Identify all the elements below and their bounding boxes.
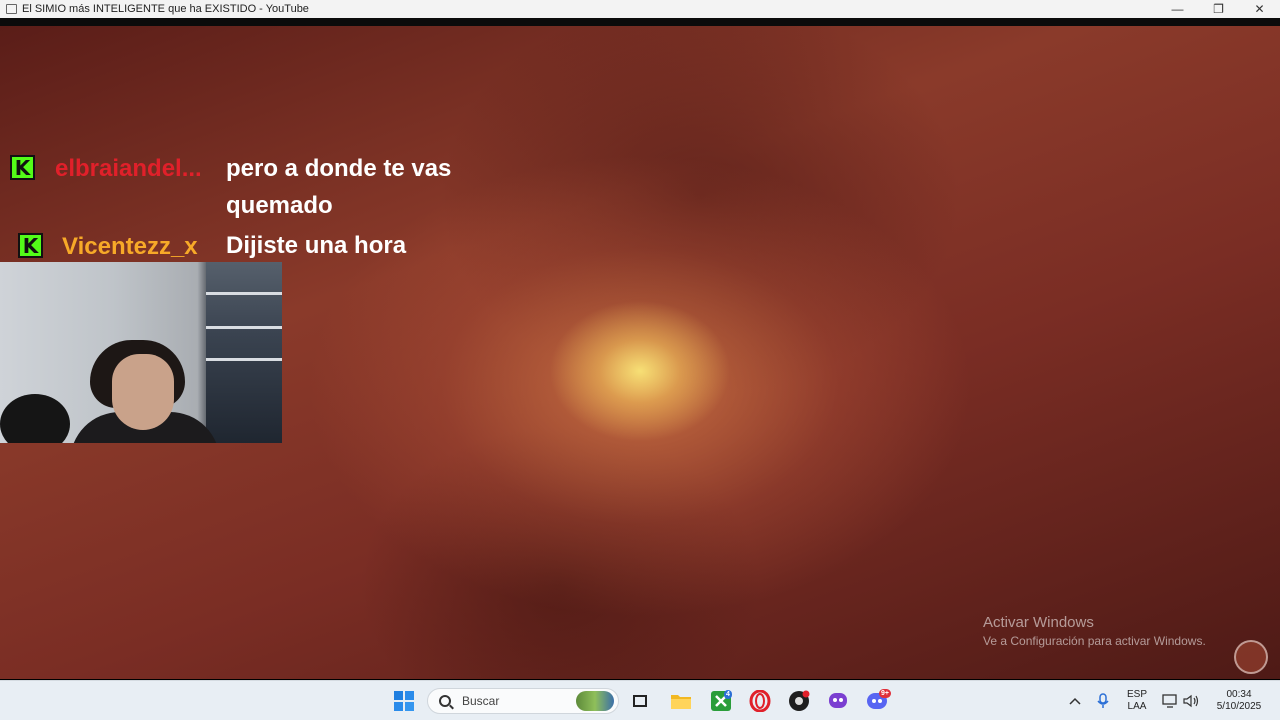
task-view-icon[interactable] — [628, 689, 652, 713]
webcam-chair — [0, 394, 70, 443]
clock-date: 5/10/2025 — [1216, 701, 1262, 712]
webcam-person-face — [112, 354, 174, 430]
restore-button[interactable]: ❐ — [1198, 0, 1239, 18]
window-border — [0, 18, 1280, 26]
taskbar-search[interactable]: Buscar — [427, 688, 619, 714]
speaker-icon[interactable] — [1180, 689, 1204, 713]
taskbar: Buscar 4 9+ ESP LAA 00:34 5/10/2025 — [0, 680, 1280, 720]
xbox-badge: 4 — [724, 690, 732, 699]
webcam-overlay — [0, 262, 282, 443]
minimize-button[interactable]: — — [1157, 0, 1198, 18]
clock-time: 00:34 — [1226, 689, 1252, 700]
windows-activation-watermark: Activar Windows Ve a Configuración para … — [983, 614, 1206, 648]
chevron-up-icon[interactable] — [1063, 689, 1087, 713]
opera-icon[interactable] — [748, 689, 772, 713]
chat-message-text: Dijiste una hora — [226, 232, 407, 259]
watermark-subtitle: Ve a Configuración para activar Windows. — [983, 634, 1206, 648]
search-highlight-icon — [576, 691, 614, 711]
clock[interactable]: 00:34 5/10/2025 — [1210, 689, 1268, 713]
display-icon[interactable] — [1158, 689, 1182, 713]
obs-icon[interactable] — [787, 689, 811, 713]
close-button[interactable]: ✕ — [1239, 0, 1280, 18]
keyboard-layout: LAA — [1127, 701, 1147, 712]
search-icon — [439, 695, 451, 707]
chat-message: K Vicentezz_x — [18, 233, 198, 261]
kick-badge-icon: K — [10, 155, 35, 180]
window-app-icon — [6, 4, 17, 14]
chat-message-text: quemado — [226, 192, 333, 219]
streaming-app-icon[interactable] — [826, 689, 850, 713]
discord-badge: 9+ — [879, 689, 891, 698]
file-explorer-icon[interactable] — [669, 689, 693, 713]
window-titlebar: El SIMIO más INTELIGENTE que ha EXISTIDO… — [0, 0, 1280, 18]
search-placeholder: Buscar — [462, 694, 500, 708]
chat-username: elbraiandel... — [55, 155, 202, 182]
webcam-shelf — [206, 262, 282, 443]
watermark-title: Activar Windows — [983, 614, 1094, 631]
chat-message-text: pero a donde te vas — [226, 155, 452, 182]
windows-start-icon[interactable] — [392, 689, 416, 713]
language-indicator[interactable]: ESP LAA — [1125, 689, 1149, 713]
window-title: El SIMIO más INTELIGENTE que ha EXISTIDO… — [22, 3, 309, 15]
chat-message: K elbraiandel... — [10, 155, 202, 183]
channel-logo-icon — [1234, 640, 1268, 674]
language-code: ESP — [1126, 689, 1147, 700]
chat-username: Vicentezz_x — [62, 233, 198, 260]
microphone-icon[interactable] — [1091, 689, 1115, 713]
kick-badge-icon: K — [18, 233, 43, 258]
